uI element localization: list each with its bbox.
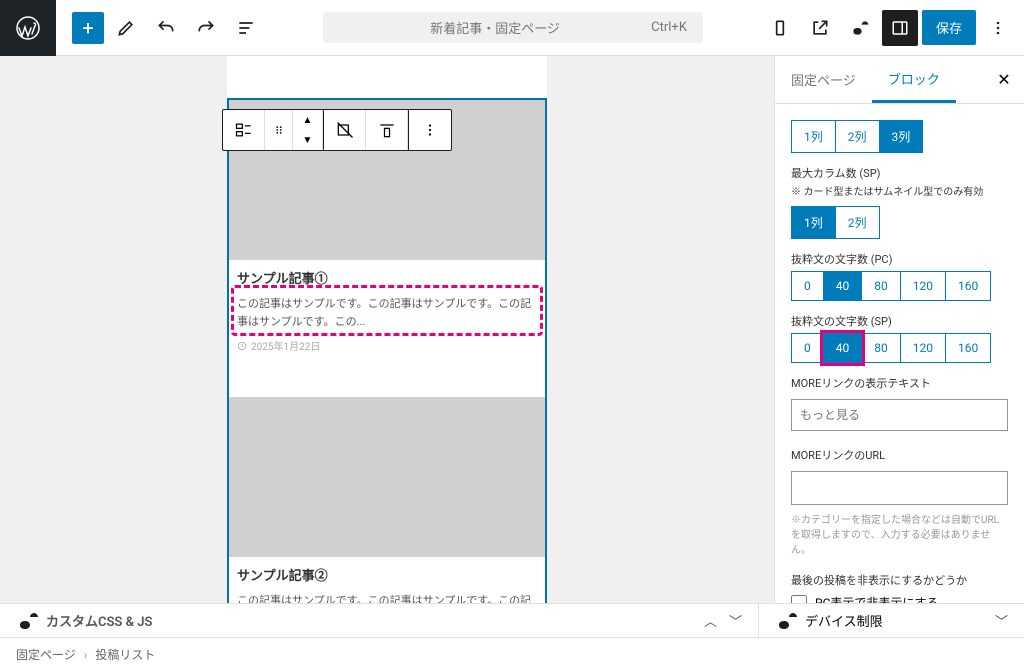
- block-drag-handle-icon[interactable]: [265, 110, 293, 150]
- breadcrumb-block[interactable]: 投稿リスト: [95, 646, 155, 663]
- breadcrumb: 固定ページ › 投稿リスト: [0, 637, 1024, 671]
- excerpt-pc-160[interactable]: 160: [945, 271, 991, 301]
- more-url-label: MOREリンクのURL: [791, 447, 1008, 463]
- more-text-input[interactable]: [791, 399, 1008, 431]
- top-right-tools: 保存: [762, 10, 1016, 46]
- pickup-toggle-icon[interactable]: [324, 110, 366, 150]
- breadcrumb-separator: ›: [84, 648, 88, 662]
- title-bar: 新着記事・固定ページ Ctrl+K: [268, 12, 758, 43]
- sidebar-tabs: 固定ページ ブロック ✕: [775, 56, 1024, 104]
- chevron-down-icon[interactable]: ﹀: [729, 611, 742, 630]
- more-url-input[interactable]: [791, 471, 1008, 505]
- device-limit-panel[interactable]: デバイス制限 ﹀: [758, 604, 1008, 637]
- save-button[interactable]: 保存: [922, 10, 976, 45]
- max-cols-sp-note: ※ カード型またはサムネイル型でのみ有効: [791, 183, 1008, 198]
- excerpt-pc-40[interactable]: 40: [823, 271, 863, 301]
- card-title: サンプル記事②: [229, 557, 545, 588]
- shortcut-hint: Ctrl+K: [651, 20, 687, 35]
- block-more-icon[interactable]: [409, 110, 451, 150]
- margin-icon[interactable]: [366, 110, 408, 150]
- hide-pc-row[interactable]: PC表示で非表示にする: [791, 594, 1008, 603]
- edit-icon[interactable]: [108, 10, 144, 46]
- more-options-icon[interactable]: [980, 10, 1016, 46]
- excerpt-sp-160[interactable]: 160: [945, 333, 991, 363]
- excerpt-pc-group: 0 40 80 120 160: [791, 271, 1008, 301]
- move-up-icon[interactable]: ▲: [293, 110, 322, 130]
- sidebar-content: 1列 2列 3列 最大カラム数 (SP) ※ カード型またはサムネイル型でのみ有…: [775, 104, 1024, 603]
- swell-icon[interactable]: [842, 10, 878, 46]
- excerpt-sp-120[interactable]: 120: [900, 333, 946, 363]
- document-title: 新着記事・固定ページ: [339, 18, 651, 37]
- excerpt-sp-40[interactable]: 40: [823, 333, 863, 363]
- card-thumbnail: [229, 397, 545, 557]
- add-block-button[interactable]: +: [72, 12, 104, 44]
- move-down-icon[interactable]: ▼: [293, 130, 322, 150]
- editor-topbar: + 新着記事・固定ページ Ctrl+K 保存: [0, 0, 1024, 56]
- cols-2[interactable]: 2列: [835, 120, 880, 153]
- tab-block[interactable]: ブロック: [872, 56, 956, 103]
- undo-icon[interactable]: [148, 10, 184, 46]
- excerpt-sp-0[interactable]: 0: [791, 333, 824, 363]
- excerpt-pc-0[interactable]: 0: [791, 271, 824, 301]
- excerpt-pc-80[interactable]: 80: [861, 271, 901, 301]
- outline-icon[interactable]: [228, 10, 264, 46]
- card-excerpt: この記事はサンプルです。この記事はサンプルです。この記事はサンプルです。この..…: [229, 291, 545, 334]
- excerpt-highlight: [231, 285, 543, 336]
- chevron-up-icon[interactable]: ︿: [704, 611, 717, 630]
- card-date: 2025年1月22日: [229, 334, 545, 363]
- excerpt-sp-group: 0 40 80 120 160: [791, 333, 1008, 363]
- breadcrumb-page[interactable]: 固定ページ: [16, 646, 76, 663]
- more-text-label: MOREリンクの表示テキスト: [791, 375, 1008, 391]
- swell-icon: [16, 609, 40, 633]
- block-mover: ▲ ▼: [293, 110, 323, 150]
- article-card[interactable]: サンプル記事① この記事はサンプルです。この記事はサンプルです。この記事はサンプ…: [227, 98, 547, 603]
- wp-logo[interactable]: [0, 0, 56, 56]
- command-palette[interactable]: 新着記事・固定ページ Ctrl+K: [323, 12, 703, 43]
- hide-latest-label: 最後の投稿を非表示にするかどうか: [791, 572, 1008, 588]
- excerpt-pc-120[interactable]: 120: [900, 271, 946, 301]
- block-type-icon[interactable]: [223, 110, 265, 150]
- close-sidebar-icon[interactable]: ✕: [984, 56, 1024, 103]
- max-cols-sp-label: 最大カラム数 (SP): [791, 165, 1008, 181]
- canvas: ▲ ▼ サンプル記事① この記事はサンプルです。この記事はサンプルです。この記事…: [0, 56, 774, 603]
- settings-sidebar-toggle[interactable]: [882, 10, 918, 46]
- card-excerpt: この記事はサンプルです。この記事はサンプルです。この記事はサンプルです。この..…: [229, 588, 545, 603]
- excerpt-sp-label: 抜粋文の文字数 (SP): [791, 313, 1008, 329]
- max-cols-sp-group: 1列 2列: [791, 206, 1008, 239]
- device-preview-icon[interactable]: [762, 10, 798, 46]
- custom-css-panel[interactable]: カスタムCSS & JS ︿ ﹀ デバイス制限 ﹀: [0, 603, 1024, 637]
- tab-page[interactable]: 固定ページ: [775, 56, 872, 103]
- excerpt-pc-label: 抜粋文の文字数 (PC): [791, 251, 1008, 267]
- cols-3[interactable]: 3列: [879, 120, 924, 153]
- cols-top-group: 1列 2列 3列: [791, 120, 1008, 153]
- block-toolbar: ▲ ▼: [222, 109, 452, 151]
- redo-icon[interactable]: [188, 10, 224, 46]
- chevron-down-icon[interactable]: ﹀: [995, 611, 1008, 630]
- editor-main: ▲ ▼ サンプル記事① この記事はサンプルです。この記事はサンプルです。この記事…: [0, 56, 1024, 603]
- external-preview-icon[interactable]: [802, 10, 838, 46]
- sp-cols-2[interactable]: 2列: [835, 206, 880, 239]
- card-title: サンプル記事①: [229, 260, 545, 291]
- hide-pc-checkbox[interactable]: [791, 595, 807, 604]
- clock-icon: [237, 341, 247, 351]
- more-url-help: ※カテゴリーを指定した場合などは自動でURLを取得しますので、入力する必要はあり…: [791, 513, 1008, 558]
- excerpt-sp-80[interactable]: 80: [861, 333, 901, 363]
- sp-cols-1[interactable]: 1列: [791, 206, 836, 239]
- settings-sidebar: 固定ページ ブロック ✕ 1列 2列 3列 最大カラム数 (SP) ※ カード型…: [774, 56, 1024, 603]
- cols-1[interactable]: 1列: [791, 120, 836, 153]
- swell-icon: [775, 609, 799, 633]
